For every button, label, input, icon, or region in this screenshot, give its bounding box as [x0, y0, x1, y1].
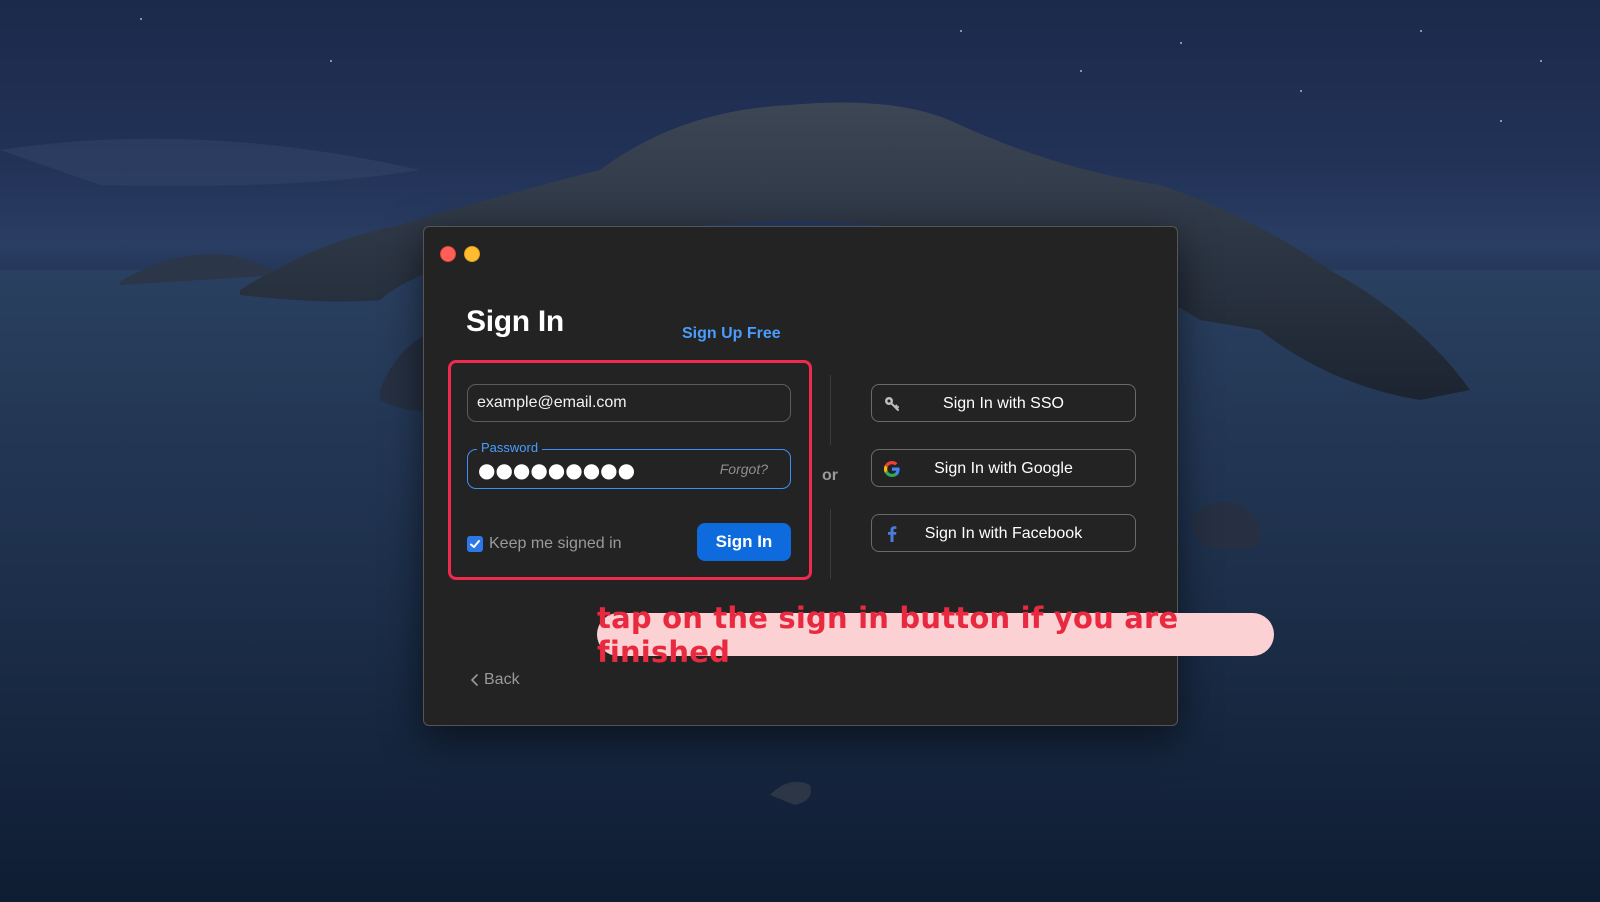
- signin-sso-button[interactable]: Sign In with SSO: [871, 384, 1136, 422]
- keep-signed-in-label: Keep me signed in: [489, 535, 622, 552]
- or-separator: or: [822, 467, 838, 484]
- star: [1180, 42, 1182, 44]
- keep-signed-in-checkbox[interactable]: [467, 536, 483, 552]
- star: [1500, 120, 1502, 122]
- window-close-button[interactable]: [440, 246, 456, 262]
- star: [1420, 30, 1422, 32]
- signin-sso-label: Sign In with SSO: [943, 395, 1064, 412]
- password-field-container[interactable]: Password Forgot?: [467, 440, 791, 489]
- star: [1540, 60, 1542, 62]
- back-link[interactable]: Back: [470, 671, 520, 689]
- separator-line-top: [830, 375, 831, 445]
- signin-button[interactable]: Sign In: [697, 523, 791, 561]
- tutorial-tip-banner: tap on the sign in button if you are fin…: [597, 601, 1274, 669]
- password-field-label: Password: [477, 440, 543, 455]
- signin-google-button[interactable]: Sign In with Google: [871, 449, 1136, 487]
- star: [1080, 70, 1082, 72]
- chevron-left-icon: [470, 674, 478, 686]
- star: [1300, 90, 1302, 92]
- signup-free-link[interactable]: Sign Up Free: [682, 325, 781, 343]
- window-minimize-button[interactable]: [464, 246, 480, 262]
- star: [330, 60, 332, 62]
- back-link-label: Back: [484, 671, 520, 688]
- signin-facebook-label: Sign In with Facebook: [924, 525, 1083, 542]
- keep-signed-in-row[interactable]: Keep me signed in: [467, 535, 622, 553]
- star: [140, 18, 142, 20]
- separator-line-bottom: [830, 509, 831, 579]
- password-field[interactable]: [476, 456, 700, 484]
- star: [960, 30, 962, 32]
- signin-google-label: Sign In with Google: [934, 460, 1073, 477]
- forgot-password-link[interactable]: Forgot?: [720, 461, 768, 477]
- checkmark-icon: [470, 540, 480, 548]
- page-title: Sign In: [466, 305, 564, 338]
- email-field[interactable]: [467, 384, 791, 422]
- signin-facebook-button[interactable]: Sign In with Facebook: [871, 514, 1136, 552]
